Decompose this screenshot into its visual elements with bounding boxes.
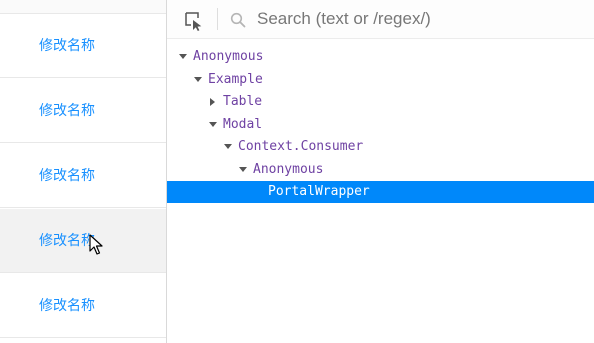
rename-link[interactable]: 修改名称 (39, 233, 95, 249)
search-input[interactable] (257, 7, 577, 31)
mouse-pointer-icon (89, 234, 103, 255)
tree-node[interactable]: Table (167, 91, 594, 113)
tree-node[interactable]: Example (167, 69, 594, 91)
devtools-toolbar (167, 0, 594, 39)
table-row-hovered: 修改名称 (0, 209, 166, 273)
tree-node-label: Modal (223, 117, 263, 132)
table-pane: 修改名称 修改名称 修改名称 修改名称 修改名称 (0, 0, 167, 343)
rename-link[interactable]: 修改名称 (39, 298, 95, 314)
tree-node[interactable]: Modal (167, 114, 594, 136)
tree-node-label: Anonymous (253, 162, 324, 177)
tree-node-selected[interactable]: PortalWrapper (167, 181, 594, 203)
tree-node[interactable]: Anonymous (167, 159, 594, 181)
toolbar-divider (217, 8, 218, 30)
rename-link[interactable]: 修改名称 (39, 103, 95, 119)
table-row: 修改名称 (0, 274, 166, 338)
tree-node-label: Context.Consumer (238, 139, 364, 154)
inspect-element-icon[interactable] (183, 10, 205, 32)
search-icon (230, 12, 246, 28)
caret-down-icon[interactable] (193, 69, 203, 91)
rename-link[interactable]: 修改名称 (39, 38, 95, 54)
table-header-strip (0, 0, 166, 14)
caret-right-icon[interactable] (209, 91, 219, 113)
tree-node-label: PortalWrapper (268, 184, 370, 199)
rename-link[interactable]: 修改名称 (39, 168, 95, 184)
tree-node[interactable]: Context.Consumer (167, 136, 594, 158)
caret-down-icon[interactable] (238, 159, 248, 181)
table-row: 修改名称 (0, 14, 166, 78)
devtools-components-panel: Anonymous Example Table Modal Context.Co… (167, 0, 594, 343)
tree-node-label: Table (223, 94, 263, 109)
table-row: 修改名称 (0, 79, 166, 143)
tree-node-label: Example (208, 72, 263, 87)
tree-node-label: Anonymous (193, 49, 264, 64)
caret-down-icon[interactable] (178, 46, 188, 68)
caret-down-icon[interactable] (223, 136, 233, 158)
caret-down-icon[interactable] (208, 114, 218, 136)
tree-node[interactable]: Anonymous (167, 46, 594, 68)
table-row: 修改名称 (0, 144, 166, 208)
